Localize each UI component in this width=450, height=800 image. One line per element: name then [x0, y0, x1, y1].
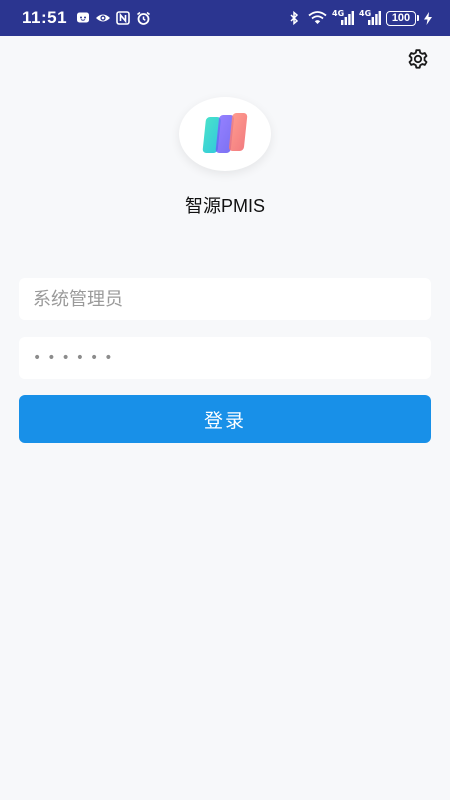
network-type-label: 4G — [359, 9, 372, 18]
wifi-icon — [307, 10, 327, 26]
app-logo — [179, 97, 271, 171]
password-input[interactable] — [19, 337, 431, 379]
app-name: 智源PMIS — [184, 196, 265, 216]
battery-level: 100 — [391, 11, 411, 24]
notification-icons — [75, 10, 151, 26]
status-left: 11:51 — [22, 8, 151, 28]
status-bar: 11:51 4G 4G 100 — [0, 0, 450, 36]
network-type-label: 4G — [332, 9, 345, 18]
status-time: 11:51 — [22, 8, 68, 27]
message-icon — [75, 10, 91, 26]
login-button[interactable]: 登录 — [19, 395, 431, 443]
signal-icon: 4G — [332, 10, 354, 26]
logo-icon — [202, 113, 248, 153]
username-input[interactable] — [19, 278, 431, 320]
settings-button[interactable] — [406, 47, 430, 71]
bluetooth-icon — [286, 10, 302, 26]
alarm-icon — [135, 10, 151, 26]
status-right: 4G 4G 100 — [286, 10, 432, 26]
charging-icon — [424, 10, 432, 26]
battery-tip — [417, 15, 419, 21]
gear-icon — [408, 49, 428, 69]
eye-icon — [95, 10, 111, 26]
battery-icon: 100 — [386, 10, 416, 26]
signal-icon: 4G — [359, 10, 381, 26]
nfc-icon — [115, 10, 131, 26]
